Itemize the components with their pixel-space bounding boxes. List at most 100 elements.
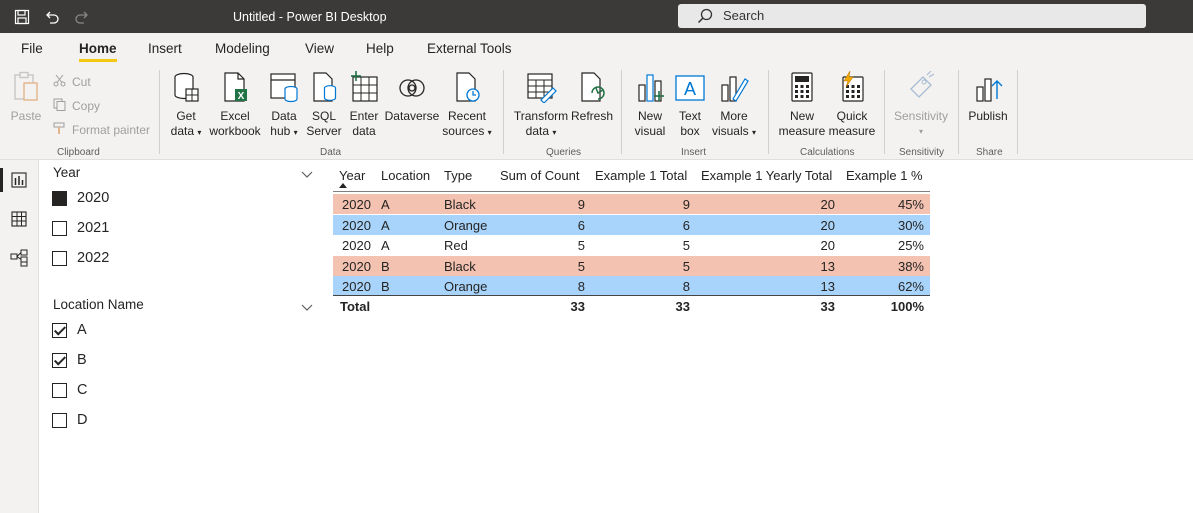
group-label-sensitivity: Sensitivity — [899, 147, 945, 158]
more-visuals-button[interactable]: More visuals ▾ — [710, 73, 758, 140]
table-row[interactable]: 2020 B Orange 8 8 13 62% — [333, 276, 930, 296]
checkbox[interactable] — [52, 412, 67, 428]
new-measure-button[interactable]: New measure — [777, 72, 827, 139]
sensitivity-icon — [907, 70, 935, 107]
column-header-example-1-percent[interactable]: Example 1 % — [846, 168, 923, 183]
publish-icon — [973, 71, 1003, 107]
chevron-down-icon[interactable] — [301, 301, 313, 315]
tab-help[interactable]: Help — [366, 41, 394, 56]
table-row[interactable]: 2020 A Red 5 5 20 25% — [333, 235, 930, 255]
search-box[interactable]: Search — [678, 4, 1146, 28]
tab-modeling[interactable]: Modeling — [215, 41, 270, 56]
table-row[interactable]: 2020 B Black 5 5 13 38% — [333, 255, 930, 276]
location-option-d[interactable]: D — [52, 412, 87, 428]
cell-sum-of-count: 5 — [577, 238, 585, 253]
search-icon — [696, 7, 714, 28]
column-header-sum-of-count[interactable]: Sum of Count — [500, 168, 580, 183]
chevron-down-icon[interactable] — [301, 168, 313, 182]
undo-icon[interactable] — [43, 8, 61, 26]
column-header-location[interactable]: Location — [381, 168, 430, 183]
total-sum-of-count: 33 — [570, 299, 585, 314]
cell-type: Red — [444, 238, 468, 253]
enter-data-button[interactable]: Enter data — [345, 71, 383, 139]
report-view-icon[interactable] — [0, 168, 29, 192]
chevron-down-icon: ▾ — [293, 128, 298, 137]
copy-button[interactable]: Copy — [53, 98, 100, 114]
refresh-button[interactable]: Refresh — [570, 71, 614, 124]
search-placeholder: Search — [723, 8, 765, 23]
quick-measure-label-2: measure — [828, 124, 876, 138]
paste-icon — [12, 71, 40, 107]
tab-file[interactable]: File — [21, 41, 43, 56]
svg-text:X: X — [238, 91, 245, 102]
format-painter-button[interactable]: Format painter — [53, 122, 150, 138]
redo-icon[interactable] — [73, 8, 91, 26]
location-option-c[interactable]: C — [52, 382, 87, 398]
dataverse-button[interactable]: Dataverse — [384, 73, 440, 124]
format-painter-label: Format painter — [72, 123, 151, 137]
cell-example-1-total: 8 — [682, 279, 690, 294]
chevron-down-icon: ▾ — [197, 128, 202, 137]
checkbox[interactable] — [52, 352, 67, 368]
location-option-label: C — [77, 382, 88, 398]
sensitivity-button[interactable]: Sensitivity ▾ — [890, 70, 952, 139]
tab-view[interactable]: View — [305, 41, 334, 56]
ribbon-separator — [159, 70, 160, 154]
sql-server-icon — [310, 71, 338, 107]
column-header-type[interactable]: Type — [444, 168, 472, 183]
recent-sources-button[interactable]: Recent sources ▾ — [441, 71, 493, 140]
checkbox[interactable] — [52, 382, 67, 398]
publish-button[interactable]: Publish — [965, 73, 1011, 124]
chevron-down-icon: ▾ — [752, 128, 757, 137]
paste-button[interactable]: Paste — [8, 71, 44, 124]
table-plus-icon — [349, 71, 379, 107]
checkbox[interactable] — [52, 220, 67, 236]
table-row[interactable]: 2020 A Black 9 9 20 45% — [333, 194, 930, 214]
column-header-year[interactable]: Year — [339, 168, 365, 183]
transform-data-button[interactable]: Transform data ▾ — [512, 73, 570, 140]
new-visual-button[interactable]: New visual — [630, 73, 670, 139]
year-option-label: 2022 — [77, 250, 110, 266]
location-slicer-title: Location Name — [53, 297, 144, 312]
transform-label-2: data — [525, 124, 549, 138]
transform-label-1: Transform — [513, 109, 569, 123]
column-header-example-1-yearly-total[interactable]: Example 1 Yearly Total — [701, 168, 832, 183]
tab-external-tools[interactable]: External Tools — [427, 41, 512, 56]
cell-type: Orange — [444, 217, 488, 233]
year-option-2020[interactable]: 2020 — [52, 190, 109, 206]
sql-server-button[interactable]: SQL Server — [305, 71, 343, 139]
year-option-2021[interactable]: 2021 — [52, 220, 109, 236]
checkbox[interactable] — [52, 322, 67, 338]
recent-sources-icon — [453, 71, 481, 107]
checkbox[interactable] — [52, 190, 67, 206]
cut-button[interactable]: Cut — [53, 74, 91, 90]
quick-measure-button[interactable]: Quick measure — [827, 70, 877, 139]
view-switcher — [0, 160, 39, 513]
year-option-2022[interactable]: 2022 — [52, 250, 109, 266]
refresh-icon — [578, 71, 606, 107]
tab-insert[interactable]: Insert — [148, 41, 182, 56]
data-view-icon[interactable] — [9, 209, 29, 229]
checkbox[interactable] — [52, 250, 67, 266]
title-bar: Untitled - Power BI Desktop Search — [0, 0, 1193, 33]
get-data-button[interactable]: Get data ▾ — [166, 72, 206, 140]
data-hub-button[interactable]: Data hub ▾ — [265, 73, 303, 140]
column-header-example-1-total[interactable]: Example 1 Total — [595, 168, 687, 183]
cell-location: A — [381, 197, 390, 212]
cell-location: B — [381, 258, 390, 274]
cell-example-1-percent: 25% — [897, 238, 924, 253]
cell-example-1-total: 5 — [682, 258, 690, 274]
table-row[interactable]: 2020 A Orange 6 6 20 30% — [333, 214, 930, 235]
location-option-a[interactable]: A — [52, 322, 87, 338]
save-icon[interactable] — [13, 8, 31, 26]
cell-example-1-total: 5 — [682, 238, 690, 253]
cell-year: 2020 — [342, 258, 371, 274]
tab-home[interactable]: Home — [79, 41, 117, 62]
excel-workbook-button[interactable]: X Excel workbook — [207, 72, 263, 139]
model-view-icon[interactable] — [9, 248, 29, 268]
cell-year: 2020 — [342, 238, 371, 253]
cell-sum-of-count: 9 — [577, 197, 585, 212]
paste-label: Paste — [10, 109, 42, 123]
text-box-button[interactable]: A Text box — [672, 73, 708, 139]
location-option-b[interactable]: B — [52, 352, 87, 368]
